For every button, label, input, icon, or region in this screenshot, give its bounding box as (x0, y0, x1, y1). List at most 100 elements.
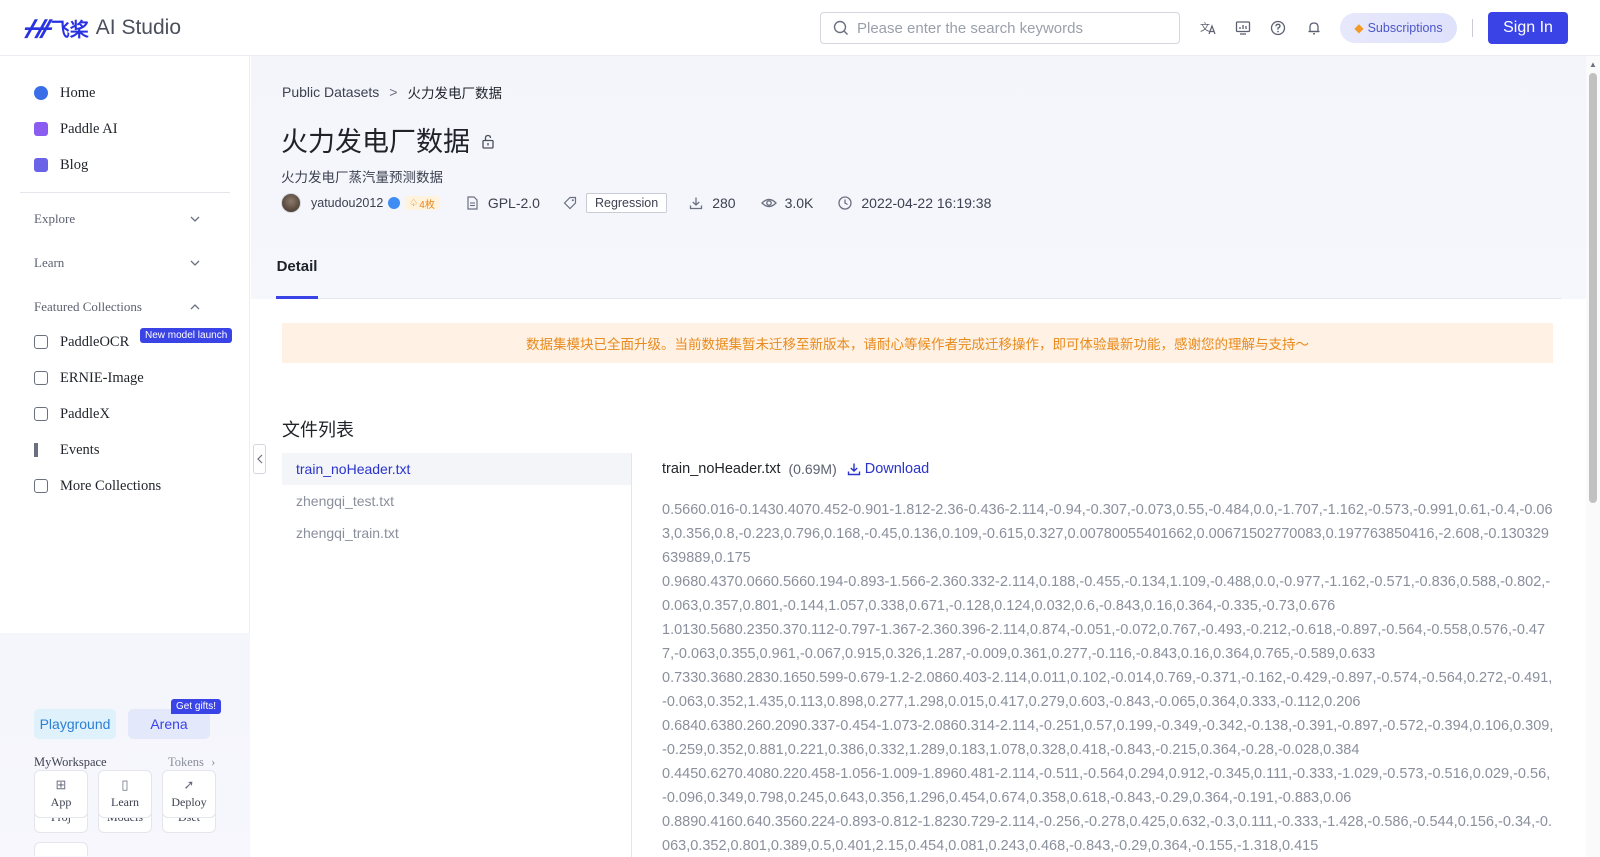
download-count: 280 (712, 195, 736, 211)
section-label: Explore (34, 211, 76, 226)
download-label: Download (864, 461, 930, 477)
scrollbar-thumb[interactable] (1589, 73, 1597, 503)
section-label: Featured Collections (34, 299, 142, 314)
author-name[interactable]: yatudou2012 (311, 196, 383, 210)
data-row: 0.9680.4370.0660.5660.194-0.893-1.566-2.… (662, 574, 1551, 614)
rocket-icon: ➚ (183, 777, 195, 792)
file-item-zhengqi-test[interactable]: zhengqi_test.txt (282, 485, 631, 517)
level-label: 4枚 (419, 199, 435, 211)
breadcrumb-public-datasets[interactable]: Public Datasets (282, 84, 379, 100)
paddlex-icon (34, 407, 48, 421)
data-row: 0.7330.3680.2830.1650.599-0.679-1.2-2.08… (662, 670, 1553, 710)
tab-detail[interactable]: Detail (276, 251, 318, 299)
avatar[interactable] (281, 193, 301, 213)
sidebar-item-paddle-ai[interactable]: Paddle AI (34, 117, 118, 141)
help-icon[interactable] (1268, 18, 1288, 38)
chevron-right-icon: › (211, 755, 216, 769)
playground-button[interactable]: Playground (34, 709, 116, 739)
logo-text: AI Studio (95, 16, 182, 39)
subscriptions-label: Subscriptions (1367, 21, 1443, 35)
dataset-meta: yatudou2012 ♤ 4枚 GPL-2.0 Regression 280 … (281, 192, 991, 214)
dataset-hero: Public Datasets > 火力发电厂数据 火力发电厂数据 火力发电厂蒸… (251, 56, 1586, 299)
verified-icon (388, 197, 401, 209)
workspace-panel: Playground Arena Get gifts! MyWorkspace … (0, 633, 250, 857)
translate-icon[interactable]: 文 (1198, 18, 1218, 38)
file-list: train_noHeader.txt zhengqi_test.txt zhen… (282, 453, 632, 857)
section-featured-collections[interactable]: Featured Collections (34, 296, 200, 318)
section-label: Learn (34, 255, 65, 270)
chevron-up-icon (190, 301, 200, 313)
dataset-subtitle: 火力发电厂蒸汽量预测数据 (281, 170, 443, 186)
document-icon (467, 196, 478, 210)
medal-icon: ♤ (409, 197, 419, 209)
tokens-link[interactable]: Tokens › (168, 755, 215, 770)
page-scrollbar[interactable]: ▲ (1586, 56, 1600, 857)
workspace-title: MyWorkspace (34, 755, 107, 769)
gem-icon: ◆ (1354, 21, 1364, 35)
blog-icon (34, 158, 48, 172)
data-row: 1.0130.5680.2350.370.112-0.797-1.367-2.3… (662, 622, 1546, 662)
sidebar-item-label: Blog (60, 156, 89, 173)
file-item-train-noheader[interactable]: train_noHeader.txt (282, 453, 631, 485)
data-row: 0.6840.6380.260.2090.337-0.454-1.073-2.0… (662, 718, 1554, 758)
workspace-tile-deploy[interactable]: ➚ Deploy (162, 770, 216, 818)
author-level-badge: ♤ 4枚 (405, 196, 439, 211)
logo-cn: 飞桨 (50, 18, 89, 41)
sidebar: Home Paddle AI Blog Explore Learn Featur… (0, 56, 250, 857)
workspace-tile-app[interactable] (34, 842, 88, 856)
search-icon (833, 20, 848, 35)
file-item-zhengqi-train[interactable]: zhengqi_train.txt (282, 517, 631, 549)
paddle-ai-icon (34, 122, 48, 136)
bell-icon[interactable] (1304, 18, 1324, 38)
flag-icon (34, 443, 48, 457)
tag-regression[interactable]: Regression (585, 193, 668, 213)
sidebar-item-label: Home (60, 84, 96, 101)
breadcrumb: Public Datasets > 火力发电厂数据 (282, 82, 502, 102)
updated-date: 2022-04-22 16:19:38 (861, 195, 992, 211)
sidebar-item-home[interactable]: Home (34, 81, 95, 105)
detail-tabs: Detail (276, 251, 1561, 299)
sidebar-item-events[interactable]: Events (34, 438, 99, 462)
download-link[interactable]: Download (847, 461, 930, 477)
workspace-tile-app[interactable]: ⊞ App (34, 770, 88, 818)
sidebar-divider (20, 192, 230, 193)
monitor-icon[interactable] (1233, 18, 1253, 38)
search-box[interactable] (820, 12, 1180, 44)
breadcrumb-current: 火力发电厂数据 (407, 86, 502, 102)
sign-in-button[interactable]: Sign In (1488, 12, 1568, 44)
preview-file-size: (0.69M) (788, 461, 837, 477)
image-icon (34, 371, 48, 385)
eye-icon (760, 198, 777, 208)
sidebar-item-more-collections[interactable]: More Collections (34, 474, 161, 498)
section-learn[interactable]: Learn (34, 252, 200, 274)
sidebar-item-ernie-image[interactable]: ERNIE-Image (34, 366, 144, 390)
scroll-up-icon[interactable]: ▲ (1589, 60, 1597, 69)
dataset-title: 火力发电厂数据 (281, 127, 470, 158)
download-icon (847, 463, 860, 476)
section-explore[interactable]: Explore (34, 208, 200, 230)
header-divider (1472, 19, 1473, 37)
clock-icon (838, 196, 853, 210)
sidebar-item-blog[interactable]: Blog (34, 153, 88, 177)
sidebar-item-paddleocr[interactable]: PaddleOCR (34, 330, 129, 354)
preview-filename: train_noHeader.txt (662, 461, 781, 477)
sidebar-item-label: PaddleOCR (60, 333, 130, 350)
tile-label: Deploy (171, 795, 207, 809)
sidebar-item-label: PaddleX (60, 405, 110, 422)
sidebar-item-paddlex[interactable]: PaddleX (34, 402, 110, 426)
workspace-tile-learn[interactable]: ▯ Learn (98, 770, 152, 818)
logo[interactable]: ᚋᚌ 飞桨 AI Studio (24, 14, 181, 42)
file-list-title: 文件列表 (282, 420, 354, 441)
new-model-badge: New model launch (140, 328, 233, 343)
search-input[interactable] (857, 19, 1157, 37)
preview-header: train_noHeader.txt (0.69M) Download (662, 453, 1554, 485)
data-row: 0.5660.016-0.1430.4070.452-0.901-1.812-2… (662, 502, 1553, 566)
book-icon: ▯ (121, 777, 129, 792)
tile-label: App (50, 795, 72, 809)
data-row: 0.8890.4160.640.3560.224-0.893-0.812-1.8… (662, 814, 1553, 854)
preview-rows: 0.5660.016-0.1430.4070.452-0.901-1.812-2… (662, 498, 1554, 857)
page-title: 火力发电厂数据 (281, 120, 495, 159)
data-row: 0.4450.6270.4080.220.458-1.056-1.009-1.8… (662, 766, 1551, 806)
subscriptions-button[interactable]: ◆ Subscriptions (1340, 13, 1457, 43)
sidebar-item-label: More Collections (60, 477, 162, 494)
